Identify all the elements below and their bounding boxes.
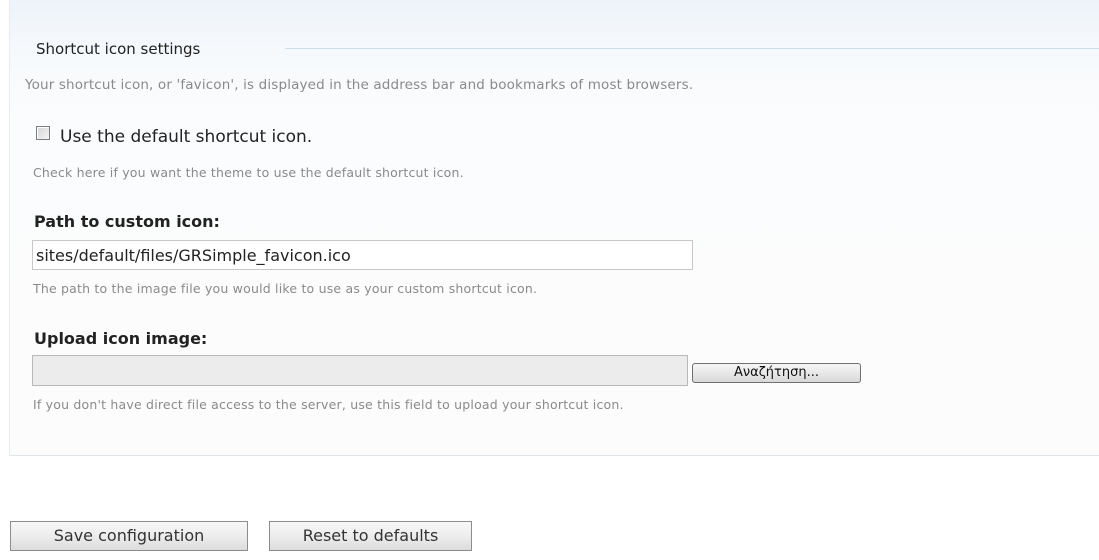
custom-path-label: Path to custom icon: — [34, 212, 220, 231]
fieldset-legend: Shortcut icon settings — [36, 40, 201, 58]
fieldset-description: Your shortcut icon, or 'favicon', is dis… — [25, 77, 694, 93]
custom-path-input[interactable] — [32, 240, 693, 270]
custom-path-description: The path to the image file you would lik… — [33, 281, 538, 296]
upload-file-field[interactable] — [32, 355, 688, 386]
theme-settings-page: Shortcut icon settings Your shortcut ico… — [0, 0, 1099, 560]
default-icon-checkbox[interactable] — [36, 126, 50, 140]
fieldset-border — [285, 48, 1099, 49]
upload-description: If you don't have direct file access to … — [33, 397, 624, 412]
browse-button[interactable]: Αναζήτηση... — [692, 363, 861, 383]
reset-to-defaults-button[interactable]: Reset to defaults — [269, 521, 472, 551]
save-configuration-button[interactable]: Save configuration — [10, 521, 248, 551]
upload-icon-label: Upload icon image: — [34, 329, 208, 348]
default-icon-checkbox-label[interactable]: Use the default shortcut icon. — [60, 127, 312, 147]
default-icon-description: Check here if you want the theme to use … — [33, 165, 464, 180]
